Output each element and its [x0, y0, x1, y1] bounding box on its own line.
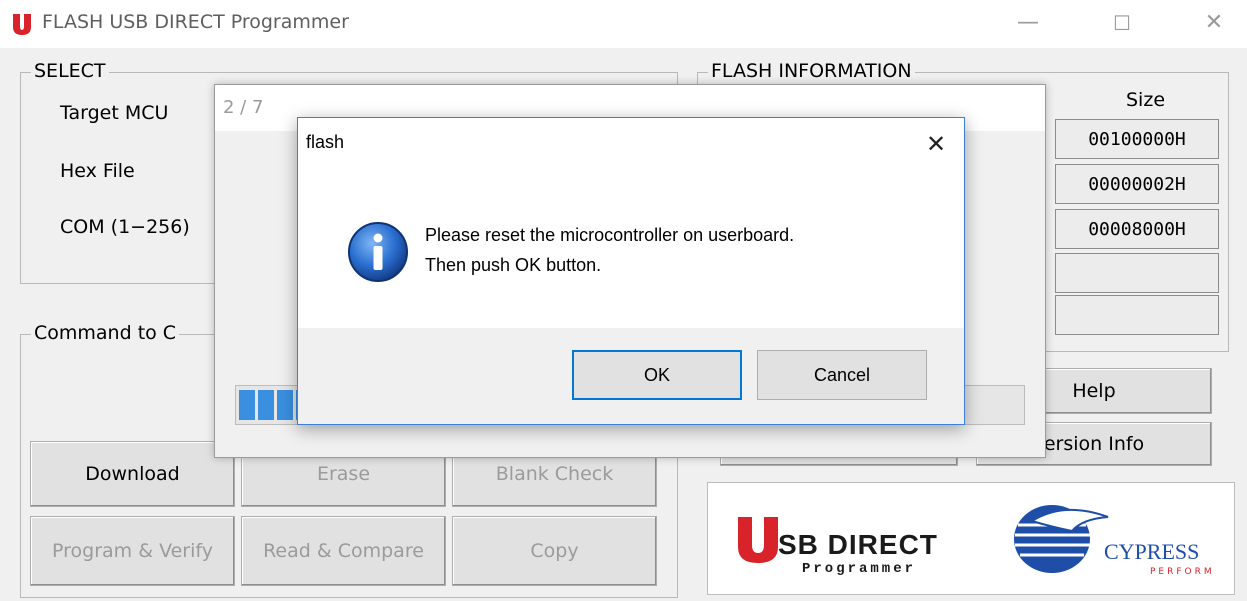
com-port-label: COM (1−256): [60, 216, 190, 238]
program-verify-button[interactable]: Program & Verify: [30, 516, 235, 586]
title-bar: FLASH USB DIRECT Programmer — ☐ ✕: [0, 0, 1247, 48]
usb-programmer-text: Programmer: [802, 561, 917, 577]
progress-segment: [277, 390, 293, 420]
read-compare-button[interactable]: Read & Compare: [241, 516, 446, 586]
copy-button[interactable]: Copy: [452, 516, 657, 586]
message-line-2: Then push OK button.: [425, 255, 602, 275]
size-field-5: [1055, 295, 1219, 335]
flash-info-legend: FLASH INFORMATION: [708, 60, 915, 82]
hex-file-label: Hex File: [60, 160, 135, 182]
message-line-1: Please reset the microcontroller on user…: [425, 225, 795, 245]
cypress-text: CYPRESS: [1104, 539, 1200, 564]
app-logo-icon: [11, 12, 33, 36]
progress-segment: [258, 390, 274, 420]
message-text: Please reset the microcontroller on user…: [425, 220, 794, 280]
close-button[interactable]: ✕: [1192, 6, 1236, 40]
target-mcu-label: Target MCU: [60, 102, 169, 124]
message-title: flash: [306, 132, 345, 152]
command-legend: Command to C: [31, 322, 180, 344]
progress-segment: [239, 390, 255, 420]
size-field-4: [1055, 253, 1219, 293]
maximize-button[interactable]: ☐: [1100, 6, 1144, 40]
message-dialog: flash ✕ Please reset the microcontroller…: [297, 117, 965, 425]
usb-direct-logo: SB DIRECT Programmer: [736, 511, 956, 581]
size-field-3: 00008000H: [1055, 209, 1219, 249]
size-header: Size: [1126, 89, 1166, 111]
minimize-button[interactable]: —: [1006, 6, 1050, 40]
progress-step: 2 / 7: [223, 97, 264, 118]
info-icon: [346, 220, 410, 284]
size-field-2: 00000002H: [1055, 164, 1219, 204]
cancel-button[interactable]: Cancel: [757, 350, 927, 400]
cypress-logo: CYPRESS PERFORM: [1012, 495, 1224, 585]
usb-direct-text: SB DIRECT: [778, 529, 938, 560]
ok-button[interactable]: OK: [572, 350, 742, 400]
size-field-1: 00100000H: [1055, 119, 1219, 159]
message-close-button[interactable]: ✕: [916, 126, 956, 162]
cypress-globe-icon: [1014, 505, 1109, 573]
logo-panel: SB DIRECT Programmer CYPRESS PERFORM: [707, 482, 1235, 595]
select-legend: SELECT: [31, 60, 109, 82]
cypress-tagline: PERFORM: [1150, 567, 1215, 577]
download-button[interactable]: Download: [30, 441, 235, 507]
window-title: FLASH USB DIRECT Programmer: [42, 11, 349, 33]
